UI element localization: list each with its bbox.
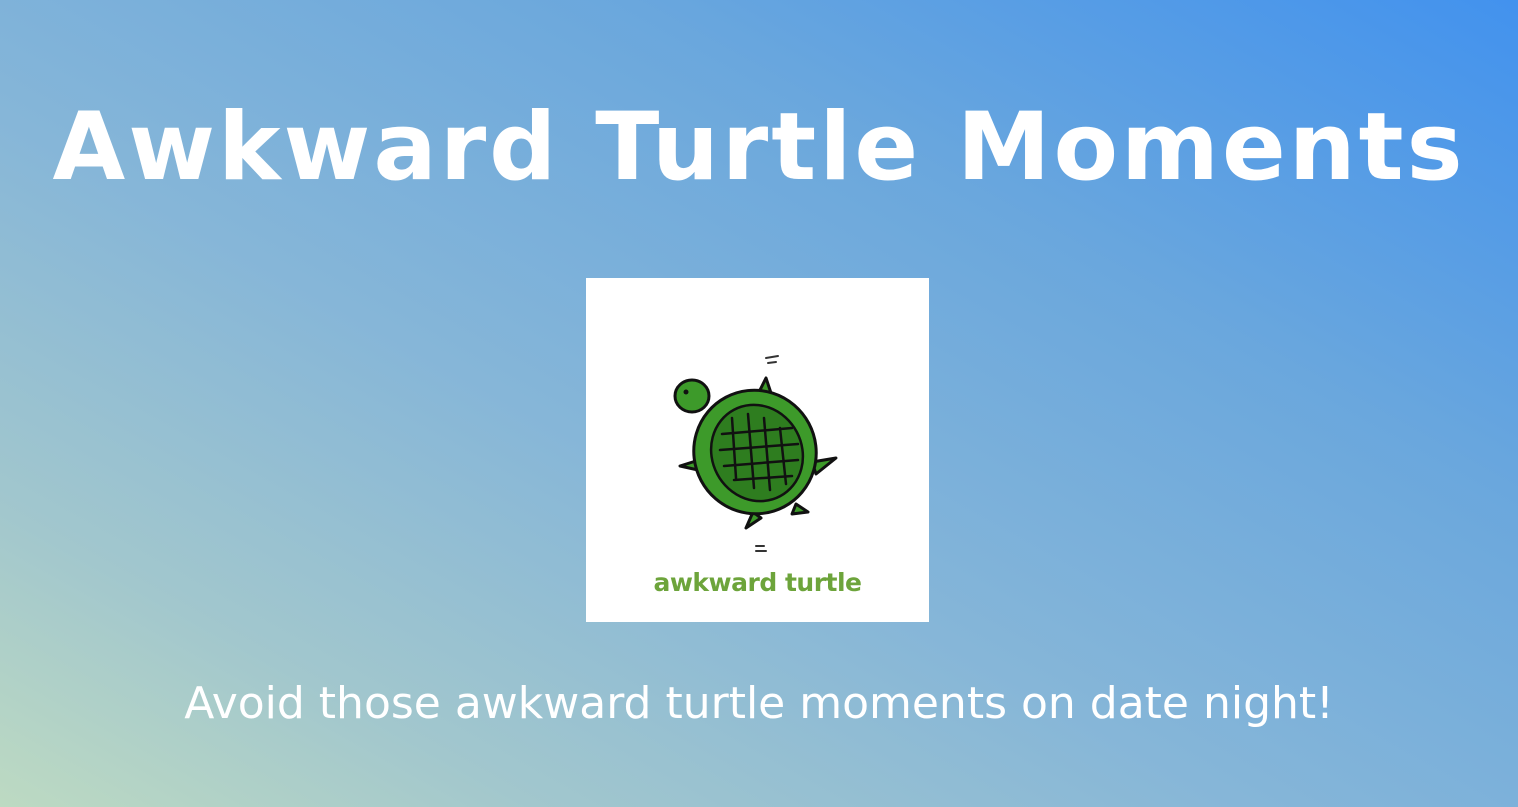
page-subtitle: Avoid those awkward turtle moments on da… — [184, 678, 1334, 729]
image-caption: awkward turtle — [653, 568, 862, 597]
turtle-image: awkward turtle — [586, 278, 929, 622]
page-title: Awkward Turtle Moments — [52, 93, 1466, 202]
